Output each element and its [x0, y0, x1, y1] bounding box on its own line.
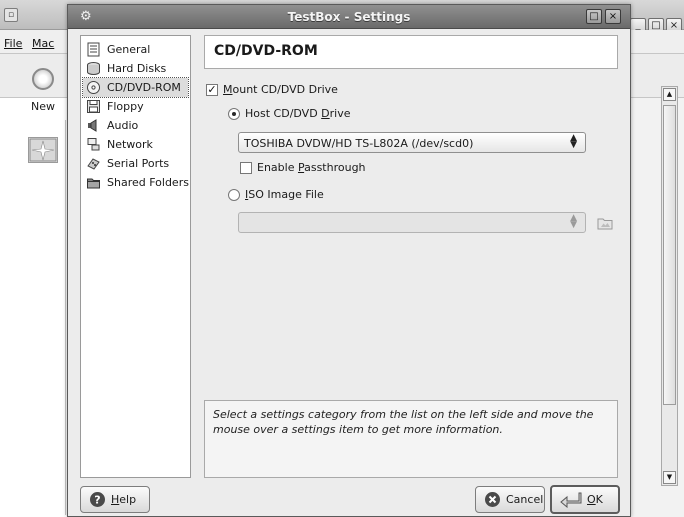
general-icon — [86, 42, 101, 57]
host-drive-label[interactable]: Host CD/DVD Drive — [245, 107, 351, 120]
host-drive-select[interactable]: TOSHIBA DVDW/HD TS-L802A (/dev/scd0) ▲ ▼ — [238, 132, 586, 153]
vm-thumbnail-icon[interactable] — [28, 137, 58, 163]
hard-disk-icon — [86, 61, 101, 76]
svg-text:?: ? — [94, 494, 100, 507]
ok-button[interactable]: OK — [550, 485, 620, 514]
page-title: CD/DVD-ROM — [214, 43, 318, 59]
cancel-button[interactable]: Cancel — [475, 486, 545, 513]
maximize-icon[interactable]: □ — [586, 9, 602, 24]
iso-image-radio[interactable] — [228, 189, 240, 201]
category-cd-dvd-rom[interactable]: CD/DVD-ROM — [82, 77, 189, 98]
network-icon — [86, 137, 101, 152]
passthrough-checkbox[interactable] — [240, 162, 252, 174]
category-label: Hard Disks — [107, 62, 167, 75]
window-menu-icon[interactable]: ▫ — [4, 8, 18, 22]
category-network[interactable]: Network — [83, 135, 188, 154]
help-label: Help — [111, 493, 137, 506]
browse-folder-icon[interactable] — [597, 216, 613, 230]
mount-drive-checkbox[interactable]: ✓ — [206, 84, 218, 96]
shared-folder-icon — [86, 175, 101, 190]
category-label: Floppy — [107, 100, 144, 113]
updown-arrows-icon: ▲ ▼ — [570, 133, 577, 150]
settings-dialog: ⚙ TestBox - Settings □ × General Hard Di… — [67, 4, 631, 517]
category-general[interactable]: General — [83, 40, 188, 59]
category-floppy[interactable]: Floppy — [83, 97, 188, 116]
menu-machine[interactable]: Mac — [32, 37, 54, 50]
new-vm-label[interactable]: New — [31, 100, 55, 113]
info-text: Select a settings category from the list… — [213, 408, 594, 436]
iso-image-select[interactable]: ▲ ▼ — [238, 212, 586, 233]
category-label: Audio — [107, 119, 139, 132]
dialog-title: TestBox - Settings — [287, 10, 411, 24]
serial-port-icon — [86, 156, 101, 171]
help-icon: ? — [89, 491, 106, 508]
mount-drive-label[interactable]: Mount CD/DVD Drive — [223, 83, 338, 96]
scroll-down-icon[interactable]: ▼ — [663, 471, 676, 484]
close-icon[interactable]: × — [605, 9, 621, 24]
host-drive-value: TOSHIBA DVDW/HD TS-L802A (/dev/scd0) — [244, 137, 474, 150]
scroll-thumb[interactable] — [663, 105, 676, 405]
info-panel: Select a settings category from the list… — [204, 400, 618, 478]
menu-file[interactable]: File — [4, 37, 22, 50]
category-label: Serial Ports — [107, 157, 170, 170]
category-label: CD/DVD-ROM — [107, 81, 181, 94]
category-list: General Hard Disks CD/DVD-ROM Floppy Aud… — [80, 35, 191, 478]
category-label: General — [107, 43, 151, 56]
category-audio[interactable]: Audio — [83, 116, 188, 135]
details-scrollbar[interactable]: ▲ ▼ — [661, 86, 678, 486]
category-label: Network — [107, 138, 153, 151]
updown-arrows-icon: ▲ ▼ — [570, 213, 577, 230]
category-hard-disks[interactable]: Hard Disks — [83, 59, 188, 78]
host-drive-radio[interactable] — [228, 108, 240, 120]
ok-label: OK — [587, 493, 603, 506]
iso-image-label[interactable]: ISO Image File — [245, 188, 324, 201]
enter-arrow-icon — [560, 491, 582, 508]
category-serial-ports[interactable]: Serial Ports — [83, 154, 188, 173]
passthrough-label[interactable]: Enable Passthrough — [257, 161, 366, 174]
new-vm-icon[interactable] — [32, 68, 54, 90]
scroll-up-icon[interactable]: ▲ — [663, 88, 676, 101]
cancel-label: Cancel — [506, 493, 544, 506]
page-header: CD/DVD-ROM — [204, 35, 618, 69]
category-label: Shared Folders — [107, 176, 189, 189]
help-button[interactable]: ? Help — [80, 486, 150, 513]
vm-list — [0, 120, 66, 515]
dialog-titlebar[interactable]: ⚙ TestBox - Settings □ × — [68, 5, 630, 29]
floppy-icon — [86, 99, 101, 114]
cd-dvd-icon — [86, 80, 101, 95]
cancel-icon — [484, 491, 501, 508]
audio-icon — [86, 118, 101, 133]
category-shared-folders[interactable]: Shared Folders — [83, 173, 189, 192]
